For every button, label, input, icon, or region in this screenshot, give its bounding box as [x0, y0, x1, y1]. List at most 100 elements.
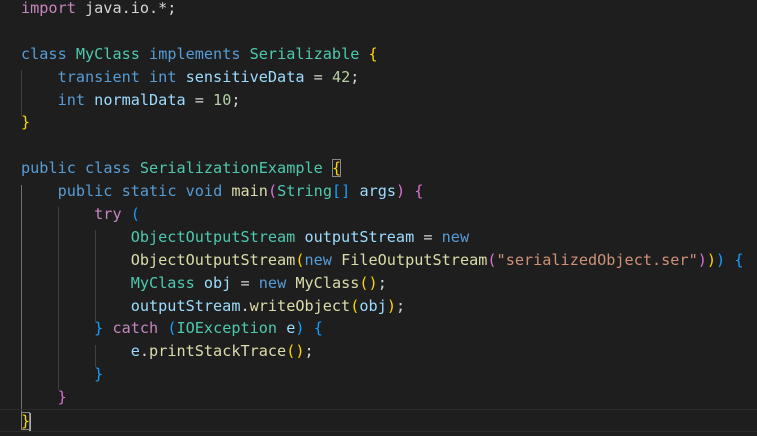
code-token: sensitiveData [185, 67, 305, 86]
code-line[interactable]: public static void main(String[] args) { [0, 180, 757, 203]
code-token: catch [112, 319, 159, 338]
code-line[interactable]: int normalData = 10; [0, 89, 757, 112]
code-token: ) [396, 182, 406, 201]
code-token: String [277, 182, 332, 201]
code-token: writeObject [249, 296, 351, 315]
code-token: { [331, 159, 342, 178]
code-line[interactable]: transient int sensitiveData = 42; [0, 66, 757, 89]
code-line[interactable]: public class SerializationExample { [0, 157, 757, 180]
code-token: ( [487, 250, 497, 269]
code-token: outputStream [130, 296, 241, 315]
code-token: = [414, 227, 442, 246]
code-token: ) [697, 250, 707, 269]
code-line[interactable]: } [0, 409, 757, 432]
code-token: ) [386, 296, 396, 315]
code-token: } [21, 113, 31, 132]
code-lines: import java.io.*;​class MyClass implemen… [0, 0, 757, 432]
code-line[interactable]: ObjectOutputStream outputStream = new [0, 226, 757, 249]
code-token: } [94, 365, 104, 384]
code-line[interactable]: ​ [0, 134, 757, 157]
code-token: new [441, 227, 470, 246]
code-line[interactable]: } [0, 111, 757, 134]
code-token: } [57, 388, 67, 407]
code-token: SerializationExample [139, 159, 323, 178]
code-token: ) [295, 319, 305, 338]
code-token: implements [149, 44, 241, 63]
code-token: e [130, 342, 140, 361]
code-token: = [231, 273, 259, 292]
code-token: int [149, 67, 177, 86]
code-token: ) [295, 342, 305, 361]
code-token: ; [395, 296, 406, 315]
code-token: transient [57, 67, 140, 86]
code-line[interactable]: } [0, 386, 757, 409]
code-token: public [21, 159, 76, 178]
code-token: printStackTrace [149, 342, 287, 361]
code-line[interactable]: outputStream.writeObject(obj); [0, 295, 757, 318]
code-token: try [94, 205, 122, 224]
code-token: ( [267, 182, 278, 201]
code-token: int [57, 90, 86, 109]
code-line[interactable]: ObjectOutputStream(new FileOutputStream(… [0, 249, 757, 272]
code-token: ; [350, 67, 360, 86]
code-token: obj [359, 296, 387, 315]
code-line[interactable]: MyClass obj = new MyClass(); [0, 272, 757, 295]
text-cursor [29, 412, 32, 431]
code-token: MyClass [295, 273, 360, 292]
code-line[interactable]: class MyClass implements Serializable { [0, 43, 757, 66]
code-line[interactable]: e.printStackTrace(); [0, 340, 757, 363]
code-token: ; [304, 342, 314, 361]
code-token: ( [167, 319, 177, 338]
code-token: new [304, 250, 332, 269]
code-token: ObjectOutputStream [130, 227, 296, 246]
code-token: public [57, 182, 113, 201]
code-line[interactable]: } [0, 363, 757, 386]
code-editor[interactable]: import java.io.*;​class MyClass implemen… [0, 0, 757, 436]
code-line[interactable]: try ( [0, 203, 757, 226]
code-token: static [121, 182, 177, 201]
code-token: { [313, 319, 323, 338]
code-line[interactable]: ​ [0, 20, 757, 43]
code-token: { [368, 44, 378, 63]
code-token: FileOutputStream [341, 250, 488, 269]
code-token: . [240, 296, 250, 315]
code-token: java.io.*; [75, 0, 177, 17]
code-token: ) [716, 250, 726, 269]
code-line[interactable]: import java.io.*; [0, 0, 757, 20]
code-token: main [231, 182, 268, 201]
code-token: . [139, 342, 150, 361]
code-token: ( [130, 205, 140, 224]
code-token: class [85, 159, 131, 178]
code-token: IOException [176, 319, 278, 338]
code-token: ( [359, 273, 369, 292]
code-token: ( [286, 342, 296, 361]
code-line[interactable]: } catch (IOException e) { [0, 317, 757, 340]
code-token: obj [203, 273, 232, 292]
code-token: = [185, 90, 214, 109]
